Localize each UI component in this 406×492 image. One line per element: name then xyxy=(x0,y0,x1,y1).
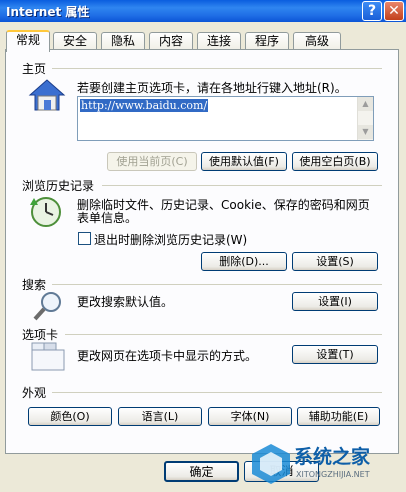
close-button[interactable]: ✕ xyxy=(384,1,404,21)
help-button[interactable]: ? xyxy=(362,1,382,21)
home-separator xyxy=(52,68,382,69)
history-clock-icon xyxy=(30,197,61,227)
tab-security[interactable]: 安全 xyxy=(53,32,97,50)
watermark-logo-icon xyxy=(252,444,290,484)
tabs-settings-button[interactable]: 设置(T) xyxy=(292,345,378,364)
tabs-description: 更改网页在选项卡中显示的方式。 xyxy=(77,349,258,363)
delete-on-exit-label[interactable]: 退出时删除浏览历史记录(W) xyxy=(94,231,247,248)
watermark-brand: 系统之家 xyxy=(294,446,371,468)
search-description: 更改搜索默认值。 xyxy=(77,295,174,309)
internet-options-window: Internet 属性 ? ✕ 常规 安全 隐私 内容 连接 程序 高级 主页 … xyxy=(0,0,406,492)
url-scrollbar[interactable]: ▲ ▼ xyxy=(357,97,373,140)
scroll-up-icon[interactable]: ▲ xyxy=(358,97,373,111)
tab-connections[interactable]: 连接 xyxy=(197,32,241,50)
scroll-down-icon[interactable]: ▼ xyxy=(358,125,373,139)
tab-content[interactable]: 内容 xyxy=(149,32,193,50)
colors-button[interactable]: 颜色(O) xyxy=(28,407,112,426)
watermark-url: XITONGZHIJIA.NET xyxy=(296,470,370,479)
languages-button[interactable]: 语言(L) xyxy=(118,407,202,426)
history-description-line2: 表单信息。 xyxy=(77,211,138,225)
use-blank-button[interactable]: 使用空白页(B) xyxy=(292,152,378,171)
house-icon xyxy=(28,79,66,111)
tabs-separator xyxy=(65,334,382,335)
home-url-value: http://www.baidu.com/ xyxy=(80,99,209,112)
use-current-button[interactable]: 使用当前页(C) xyxy=(107,152,197,171)
ok-button[interactable]: 确定 xyxy=(164,461,239,482)
appearance-separator xyxy=(52,392,382,393)
tab-general[interactable]: 常规 xyxy=(6,30,50,52)
tab-programs[interactable]: 程序 xyxy=(245,32,289,50)
history-separator xyxy=(102,185,382,186)
accessibility-button[interactable]: 辅助功能(E) xyxy=(297,407,380,426)
home-description: 若要创建主页选项卡，请在各地址行键入地址(R)。 xyxy=(77,81,347,95)
tabbed-window-icon xyxy=(31,342,65,371)
tab-privacy[interactable]: 隐私 xyxy=(101,32,145,50)
search-settings-button[interactable]: 设置(I) xyxy=(292,292,378,311)
search-separator xyxy=(52,284,382,285)
site-watermark: 系统之家 XITONGZHIJIA.NET xyxy=(248,440,406,492)
use-default-button[interactable]: 使用默认值(F) xyxy=(201,152,287,171)
tab-advanced[interactable]: 高级 xyxy=(293,32,341,50)
window-title: Internet 属性 xyxy=(6,5,90,19)
magnifier-icon xyxy=(33,292,61,321)
history-settings-button[interactable]: 设置(S) xyxy=(292,252,378,271)
history-section-title: 浏览历史记录 xyxy=(22,179,95,193)
home-url-textarea[interactable]: http://www.baidu.com/ ▲ ▼ xyxy=(77,96,374,141)
delete-on-exit-checkbox[interactable] xyxy=(78,232,91,245)
delete-history-button[interactable]: 删除(D)... xyxy=(201,252,287,271)
title-bar[interactable]: Internet 属性 ? ✕ xyxy=(0,0,406,22)
fonts-button[interactable]: 字体(N) xyxy=(208,407,292,426)
appearance-section-title: 外观 xyxy=(22,386,47,400)
home-section-title: 主页 xyxy=(22,62,47,76)
